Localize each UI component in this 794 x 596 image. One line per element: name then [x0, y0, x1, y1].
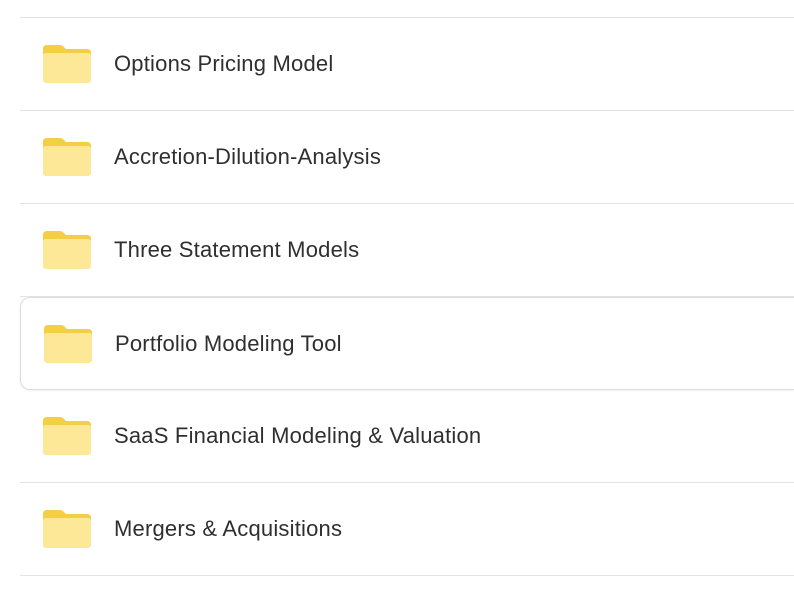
folder-icon	[41, 508, 93, 550]
folder-row-portfolio-modeling-tool[interactable]: Portfolio Modeling Tool	[20, 297, 794, 390]
folder-name: Three Statement Models	[114, 237, 360, 262]
folder-name: Accretion-Dilution-Analysis	[114, 144, 382, 169]
folder-name: SaaS Financial Modeling & Valuation	[114, 423, 482, 448]
folder-icon	[41, 229, 93, 271]
folder-list: Options Pricing Model Accretion-Dilution…	[20, 17, 794, 576]
folder-row-options-pricing-model[interactable]: Options Pricing Model	[20, 18, 794, 111]
folder-icon	[42, 323, 94, 365]
folder-row-mergers-acquisitions[interactable]: Mergers & Acquisitions	[20, 483, 794, 576]
folder-name: Portfolio Modeling Tool	[115, 330, 342, 356]
folder-icon	[41, 136, 93, 178]
folder-icon	[41, 43, 93, 85]
folder-name: Options Pricing Model	[114, 51, 334, 76]
folder-icon	[41, 415, 93, 457]
folder-name: Mergers & Acquisitions	[114, 516, 343, 541]
folder-row-saas-financial-modeling-valuation[interactable]: SaaS Financial Modeling & Valuation	[20, 390, 794, 483]
folder-row-three-statement-models[interactable]: Three Statement Models	[20, 204, 794, 297]
folder-row-accretion-dilution-analysis[interactable]: Accretion-Dilution-Analysis	[20, 111, 794, 204]
